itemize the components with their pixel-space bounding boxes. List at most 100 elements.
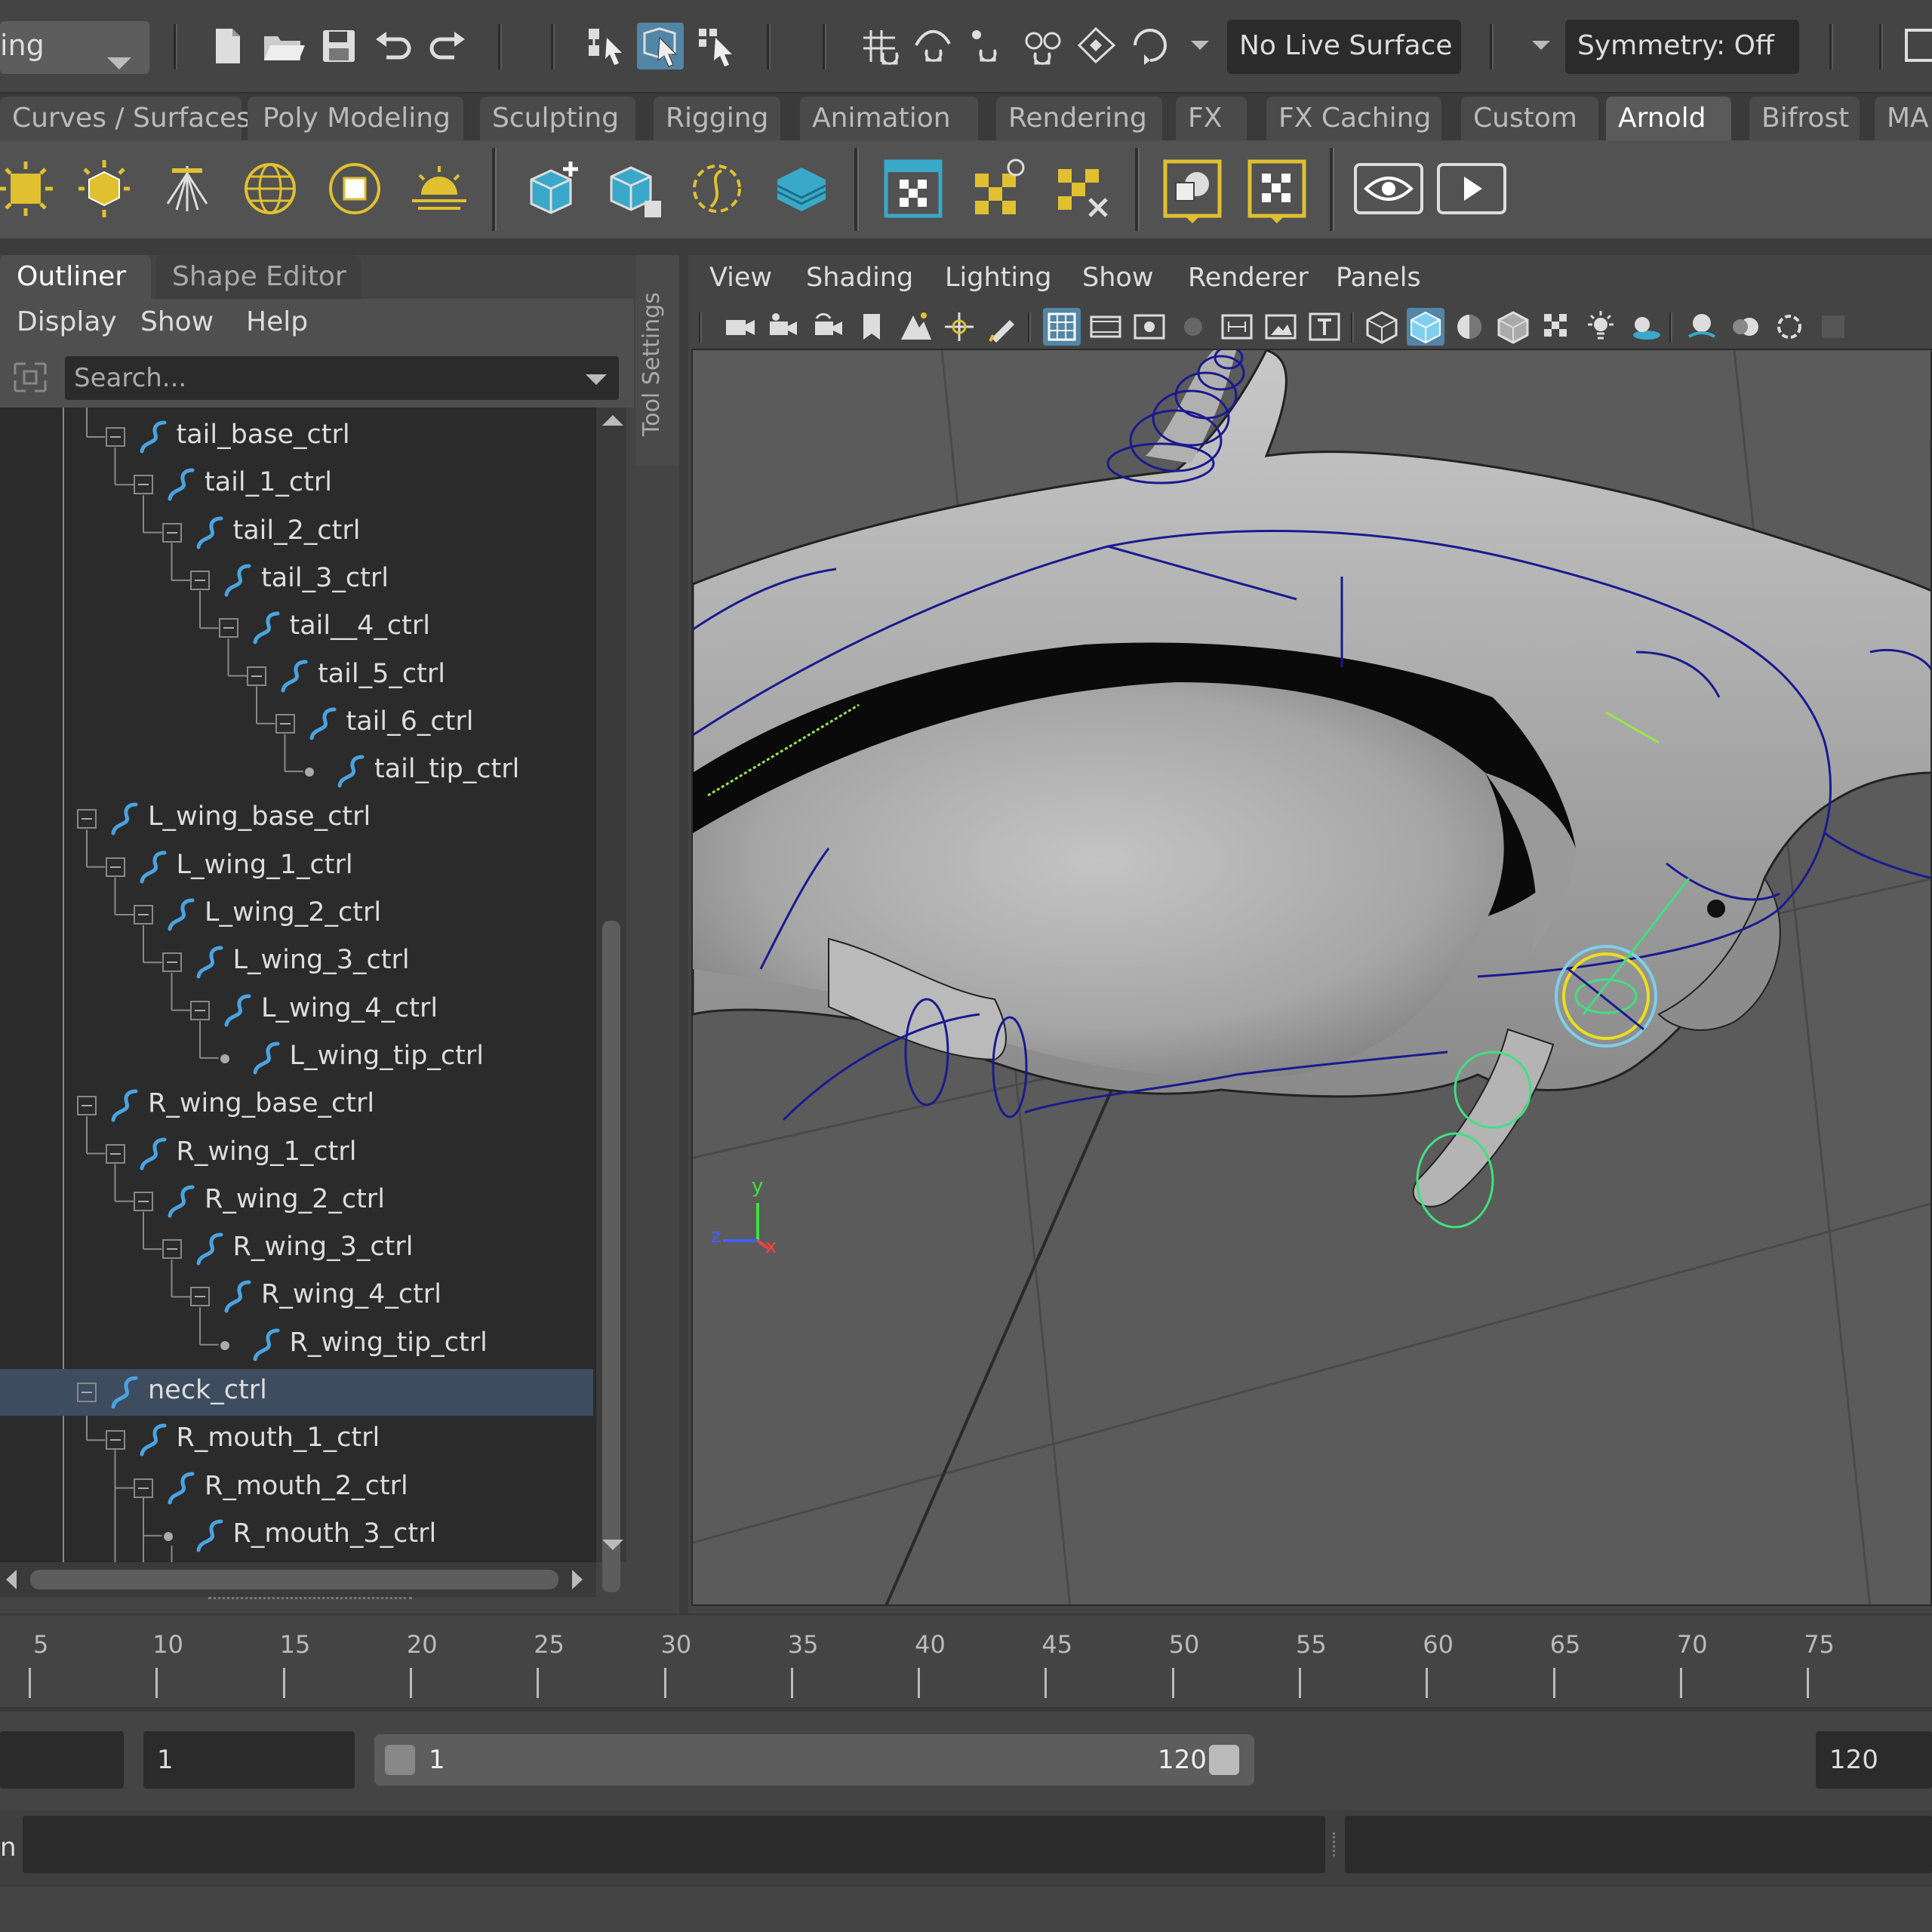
- undo-icon[interactable]: [370, 23, 417, 69]
- select-camera-icon[interactable]: [721, 308, 759, 346]
- bookmarks-icon[interactable]: [809, 308, 847, 346]
- depth-of-field-icon[interactable]: [1814, 308, 1852, 346]
- collapse-toggle-icon[interactable]: [218, 618, 238, 638]
- horizontal-scrollbar[interactable]: [0, 1562, 596, 1597]
- chevron-down-icon[interactable]: [1191, 41, 1209, 50]
- motion-blur-icon[interactable]: [1727, 308, 1764, 346]
- vertical-scrollbar[interactable]: [596, 408, 626, 1592]
- camera-attributes-icon[interactable]: [765, 308, 803, 346]
- abort-render-icon[interactable]: [1043, 151, 1118, 226]
- select-by-hierarchy-icon[interactable]: [583, 23, 629, 69]
- export-standin-icon[interactable]: [596, 151, 672, 226]
- wireframe-on-shaded-icon[interactable]: [1494, 308, 1532, 346]
- collapse-toggle-icon[interactable]: [190, 1287, 210, 1307]
- shadows-icon[interactable]: [1626, 308, 1663, 346]
- safe-action-icon[interactable]: [1262, 308, 1300, 346]
- tab-curves-surfaces[interactable]: Curves / Surfaces: [0, 97, 251, 140]
- menu-set-selector[interactable]: ing: [0, 21, 149, 74]
- menu-view[interactable]: View: [709, 263, 772, 293]
- collapse-toggle-icon[interactable]: [105, 427, 125, 447]
- film-gate-icon[interactable]: [1087, 308, 1124, 346]
- portal-light-icon[interactable]: [317, 151, 392, 226]
- range-end-handle[interactable]: [1209, 1745, 1239, 1775]
- snap-to-view-plane-icon[interactable]: [1019, 23, 1066, 69]
- collapse-toggle-icon[interactable]: [162, 1239, 182, 1260]
- collapse-toggle-icon[interactable]: [77, 1096, 97, 1116]
- safe-title-icon[interactable]: [1306, 308, 1343, 346]
- tab-fx-caching[interactable]: FX Caching: [1266, 97, 1441, 140]
- render-view-icon[interactable]: [1902, 23, 1932, 69]
- live-surface-field[interactable]: No Live Surface: [1227, 20, 1461, 74]
- range-start-handle[interactable]: [385, 1745, 415, 1775]
- outliner-item[interactable]: L_wing_2_ctrl: [0, 891, 596, 938]
- collapse-toggle-icon[interactable]: [162, 522, 182, 543]
- scrollbar-thumb[interactable]: [30, 1570, 558, 1589]
- menu-shading[interactable]: Shading: [806, 263, 913, 293]
- scroll-down-arrow-icon[interactable]: [602, 1540, 623, 1550]
- outliner-item[interactable]: L_wing_3_ctrl: [0, 939, 596, 986]
- collapse-toggle-icon[interactable]: [190, 570, 210, 590]
- outliner-item[interactable]: tail_base_ctrl: [0, 414, 596, 460]
- tab-outliner[interactable]: Outliner: [0, 255, 151, 299]
- texture-bake-icon[interactable]: [1239, 151, 1315, 226]
- material-assign-icon[interactable]: [1155, 151, 1230, 226]
- gate-mask-icon[interactable]: [1174, 308, 1212, 346]
- resize-grip[interactable]: [208, 1597, 412, 1601]
- outliner-item[interactable]: R_wing_base_ctrl: [0, 1082, 596, 1129]
- tab-fx[interactable]: FX: [1176, 97, 1247, 140]
- menu-renderer[interactable]: Renderer: [1188, 263, 1309, 293]
- tool-settings-toggle[interactable]: Tool Settings: [635, 255, 679, 466]
- render-view-checker-icon[interactable]: [875, 151, 951, 226]
- photometric-light-icon[interactable]: [149, 151, 225, 226]
- smooth-shade-icon[interactable]: [1407, 308, 1444, 346]
- collapse-toggle-icon[interactable]: [134, 1478, 153, 1498]
- scroll-up-arrow-icon[interactable]: [602, 415, 623, 426]
- preview-eye-icon[interactable]: [1351, 151, 1434, 226]
- range-slider-track[interactable]: 1 120: [374, 1734, 1254, 1786]
- tab-shape-editor[interactable]: Shape Editor: [155, 255, 361, 299]
- outliner-item[interactable]: tail_3_ctrl: [0, 557, 596, 604]
- snap-to-point-icon[interactable]: [964, 23, 1011, 69]
- use-default-material-icon[interactable]: [1451, 308, 1488, 346]
- textured-icon[interactable]: [1538, 308, 1576, 346]
- filter-icon[interactable]: [8, 356, 53, 398]
- tab-sculpting[interactable]: Sculpting: [480, 97, 635, 140]
- outliner-item[interactable]: R_mouth_1_ctrl: [0, 1417, 596, 1463]
- curve-collector-icon[interactable]: [679, 151, 755, 226]
- collapse-toggle-icon[interactable]: [190, 1000, 210, 1020]
- command-input[interactable]: [23, 1816, 1325, 1873]
- search-input[interactable]: [65, 356, 619, 400]
- collapse-toggle-icon[interactable]: [134, 475, 153, 495]
- select-by-object-icon[interactable]: [637, 23, 684, 69]
- outliner-item[interactable]: R_wing_1_ctrl: [0, 1131, 596, 1177]
- collapse-toggle-icon[interactable]: [134, 905, 153, 924]
- outliner-item[interactable]: L_wing_1_ctrl: [0, 844, 596, 891]
- menu-help[interactable]: Help: [246, 306, 308, 337]
- outliner-item[interactable]: R_wing_tip_ctrl: [0, 1321, 596, 1368]
- ipr-render-icon[interactable]: [960, 151, 1035, 226]
- playback-end-field[interactable]: 120: [1816, 1731, 1932, 1789]
- redo-icon[interactable]: [424, 23, 471, 69]
- grease-pencil-icon[interactable]: [984, 308, 1022, 346]
- chevron-down-icon[interactable]: [1532, 41, 1550, 50]
- resolution-gate-icon[interactable]: [1131, 308, 1168, 346]
- collapse-toggle-icon[interactable]: [247, 666, 266, 686]
- command-language-label[interactable]: n: [0, 1832, 17, 1863]
- physical-sky-icon[interactable]: [401, 151, 477, 226]
- scroll-right-arrow-icon[interactable]: [572, 1570, 583, 1589]
- area-light-icon[interactable]: [0, 151, 63, 226]
- wireframe-icon[interactable]: [1363, 308, 1401, 346]
- outliner-item[interactable]: R_wing_2_ctrl: [0, 1178, 596, 1225]
- bookmark-icon[interactable]: [853, 308, 891, 346]
- collapse-toggle-icon[interactable]: [105, 857, 125, 877]
- 2d-pan-zoom-icon[interactable]: [940, 308, 978, 346]
- snap-to-grid-icon[interactable]: [856, 23, 903, 69]
- outliner-item[interactable]: neck_ctrl: [0, 1369, 593, 1416]
- tab-mash[interactable]: MA: [1875, 97, 1932, 140]
- snap-rotate-icon[interactable]: [1128, 23, 1174, 69]
- grid-icon[interactable]: [1043, 308, 1081, 346]
- volume-icon[interactable]: [764, 151, 839, 226]
- tab-animation[interactable]: Animation: [800, 97, 978, 140]
- tab-bifrost[interactable]: Bifrost: [1749, 97, 1860, 140]
- collapse-toggle-icon[interactable]: [275, 713, 295, 734]
